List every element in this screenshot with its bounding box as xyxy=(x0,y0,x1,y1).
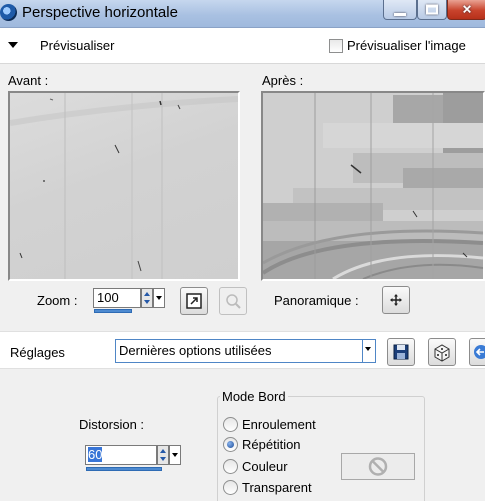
radio-repeat[interactable] xyxy=(223,437,238,452)
floppy-disk-icon xyxy=(393,344,409,360)
distortion-dropdown-button[interactable] xyxy=(169,445,181,465)
close-icon: ✕ xyxy=(461,1,473,16)
after-preview[interactable] xyxy=(261,91,485,281)
zoom-input[interactable]: 100 xyxy=(93,288,141,308)
radio-color[interactable] xyxy=(223,459,238,474)
title-bar: Perspective horizontale ✕ xyxy=(0,0,485,28)
reset-arrow-icon xyxy=(474,345,485,359)
zoom-fit-button[interactable] xyxy=(180,287,208,315)
maximize-button[interactable] xyxy=(417,0,447,20)
distortion-value: 60 xyxy=(88,447,103,462)
after-image xyxy=(263,93,483,279)
move-icon xyxy=(390,294,402,306)
image-preview-checkbox[interactable] xyxy=(329,39,343,53)
edge-mode-title: Mode Bord xyxy=(220,389,288,404)
window-title: Perspective horizontale xyxy=(22,4,178,21)
before-preview[interactable] xyxy=(8,91,240,281)
spin-up-icon[interactable] xyxy=(160,449,166,453)
image-preview-label[interactable]: Prévisualiser l'image xyxy=(347,38,466,53)
before-label: Avant : xyxy=(8,73,49,88)
reset-button[interactable] xyxy=(469,338,485,366)
distortion-input[interactable]: 60 xyxy=(85,445,157,465)
minimize-icon xyxy=(394,12,406,16)
app-icon xyxy=(0,4,17,21)
preview-toggle-label[interactable]: Prévisualiser xyxy=(40,38,114,53)
presets-select[interactable]: Dernières options utilisées xyxy=(115,339,365,363)
fit-window-icon xyxy=(186,293,202,309)
radio-wrap[interactable] xyxy=(223,417,238,432)
presets-dropdown-button[interactable] xyxy=(362,339,376,363)
collapse-arrow-icon[interactable] xyxy=(8,42,18,48)
minimize-button[interactable] xyxy=(383,0,417,20)
zoom-slider[interactable] xyxy=(94,309,132,313)
radio-label-wrap[interactable]: Enroulement xyxy=(242,417,316,432)
zoom-label: Zoom : xyxy=(37,293,78,308)
after-label: Après : xyxy=(262,73,304,88)
preview-header: Prévisualiser Prévisualiser l'image xyxy=(0,28,485,64)
edge-color-swatch[interactable] xyxy=(341,453,415,480)
save-preset-button[interactable] xyxy=(387,338,415,366)
distortion-spinner[interactable] xyxy=(157,445,169,465)
pan-label: Panoramique : xyxy=(274,293,359,308)
no-color-icon xyxy=(368,457,388,476)
distortion-slider[interactable] xyxy=(86,467,162,471)
zoom-to-100-button[interactable] xyxy=(219,287,247,315)
magnifier-icon xyxy=(226,294,241,309)
presets-label: Réglages xyxy=(10,345,65,360)
radio-transparent[interactable] xyxy=(223,480,238,495)
zoom-dropdown-button[interactable] xyxy=(153,288,165,308)
radio-label-transparent[interactable]: Transparent xyxy=(242,480,312,495)
spin-down-icon[interactable] xyxy=(144,300,150,304)
radio-label-repeat[interactable]: Répétition xyxy=(242,437,301,452)
close-button[interactable]: ✕ xyxy=(447,0,485,20)
pan-button[interactable] xyxy=(382,286,410,314)
spin-up-icon[interactable] xyxy=(144,292,150,296)
spin-down-icon[interactable] xyxy=(160,457,166,461)
zoom-spinner[interactable] xyxy=(141,288,153,308)
dice-icon xyxy=(434,344,450,362)
before-image xyxy=(10,93,238,279)
maximize-icon xyxy=(426,4,438,14)
distortion-label: Distorsion : xyxy=(79,417,145,432)
randomize-button[interactable] xyxy=(428,338,456,366)
radio-label-color[interactable]: Couleur xyxy=(242,459,288,474)
